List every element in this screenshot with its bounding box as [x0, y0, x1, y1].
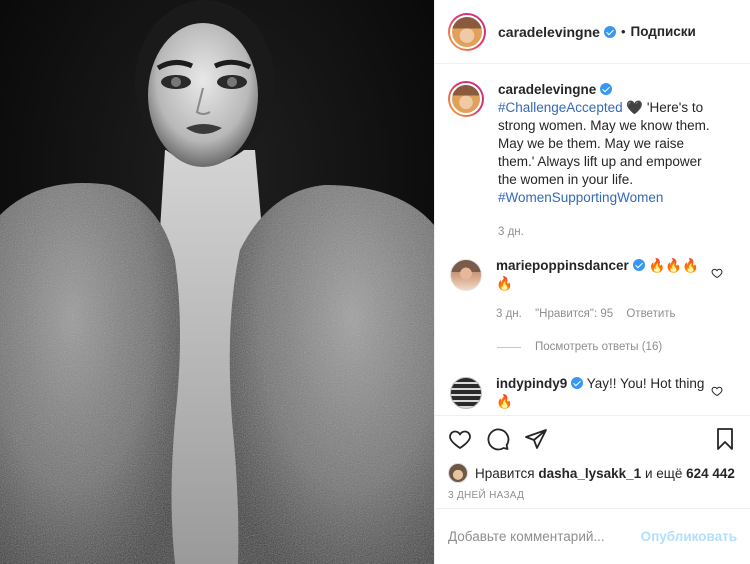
comment-time[interactable]: 3 дн. — [496, 308, 522, 320]
caption-username[interactable]: caradelevingne — [498, 82, 596, 97]
author-avatar[interactable] — [448, 12, 486, 51]
verified-icon — [571, 377, 584, 389]
view-replies-label[interactable]: Посмотреть ответы (16) — [535, 341, 662, 353]
likes-count[interactable]: 624 442 — [686, 466, 735, 481]
commenter-username[interactable]: indypindy9 — [496, 376, 567, 391]
heart-icon[interactable] — [711, 385, 723, 397]
publish-button[interactable]: Опубликовать — [641, 529, 737, 544]
likes-summary: Нравится dasha_lysakk_1 и ещё 624 442 — [435, 462, 750, 484]
hashtag-link[interactable]: #ChallengeAccepted — [498, 100, 623, 115]
caption-author-avatar[interactable] — [448, 81, 484, 117]
replies-divider — [497, 346, 521, 348]
verified-icon — [603, 25, 616, 38]
post-sidebar: caradelevingne • Подписки caradelevingne… — [434, 0, 750, 564]
view-replies[interactable]: Посмотреть ответы (16) — [497, 341, 737, 353]
comments-list[interactable]: caradelevingne #ChallengeAccepted 🖤 'Her… — [435, 64, 750, 416]
author-username[interactable]: caradelevingne — [498, 24, 600, 40]
caption-meta: 3 дн. — [498, 223, 714, 241]
comment-body: mariepoppinsdancer 🔥🔥🔥🔥 3 дн. "Нравится"… — [496, 257, 712, 323]
commenter-username[interactable]: mariepoppinsdancer — [496, 258, 629, 273]
caption: caradelevingne #ChallengeAccepted 🖤 'Her… — [448, 81, 737, 241]
add-comment-bar: Добавьте комментарий... Опубликовать — [435, 508, 750, 564]
comment-body: indypindy9 Yay!! You! Hot thing 🔥 — [496, 375, 712, 411]
post-photo[interactable] — [0, 0, 434, 564]
post-header: caradelevingne • Подписки — [435, 0, 750, 64]
comment-item: indypindy9 Yay!! You! Hot thing 🔥 — [448, 375, 737, 411]
likes-prefix: Нравится — [475, 465, 535, 481]
liker-username[interactable]: dasha_lysakk_1 — [538, 466, 641, 481]
comment-item: mariepoppinsdancer 🔥🔥🔥🔥 3 дн. "Нравится"… — [448, 257, 737, 323]
heart-icon[interactable] — [448, 427, 472, 451]
reply-button[interactable]: Ответить — [626, 308, 675, 320]
caption-time[interactable]: 3 дн. — [498, 226, 524, 238]
hashtag-link[interactable]: #WomenSupportingWomen — [498, 190, 663, 205]
comment-icon[interactable] — [486, 427, 510, 451]
instagram-post: caradelevingne • Подписки caradelevingne… — [0, 0, 750, 564]
likes-middle: и ещё — [644, 465, 683, 481]
post-actions — [435, 416, 750, 462]
bookmark-icon[interactable] — [713, 427, 737, 451]
comment-meta: 3 дн. "Нравится": 95 Ответить — [496, 305, 712, 323]
verified-icon — [600, 83, 613, 95]
caption-body: caradelevingne #ChallengeAccepted 🖤 'Her… — [498, 81, 714, 241]
heart-icon[interactable] — [711, 267, 723, 279]
comment-input[interactable]: Добавьте комментарий... — [448, 529, 641, 544]
commenter-avatar[interactable] — [450, 259, 482, 291]
header-separator: • — [620, 24, 626, 39]
post-image — [0, 0, 434, 564]
share-icon[interactable] — [524, 427, 548, 451]
liker-avatar[interactable] — [448, 463, 468, 483]
comment-likes[interactable]: "Нравится": 95 — [535, 308, 613, 320]
post-date[interactable]: 3 ДНЕЙ НАЗАД — [435, 484, 750, 506]
verified-icon — [632, 259, 645, 271]
commenter-avatar[interactable] — [450, 377, 482, 409]
following-button[interactable]: Подписки — [631, 24, 696, 39]
heart-emoji: 🖤 — [626, 100, 644, 115]
